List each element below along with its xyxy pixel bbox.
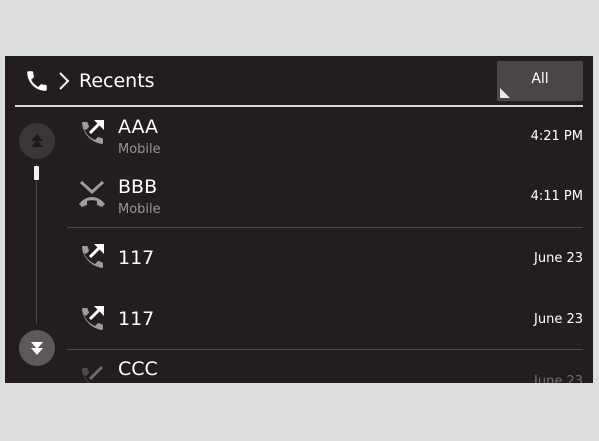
recents-screen: Recents All AAA Mobile 4:21 PM BBB Mobil…: [5, 56, 593, 383]
number-type: Mobile: [118, 202, 161, 217]
row-divider: [67, 349, 583, 350]
scroll-to-bottom-button[interactable]: [19, 330, 55, 366]
double-chevron-down-icon: [31, 342, 43, 355]
double-chevron-up-icon: [31, 134, 43, 147]
filter-all-label: All: [531, 71, 549, 87]
contact-name: 117: [118, 247, 155, 269]
scrollbar-track[interactable]: [36, 164, 37, 324]
call-row[interactable]: 117 June 23: [67, 292, 583, 348]
call-time: June 23: [534, 251, 583, 266]
call-row[interactable]: BBB Mobile 4:11 PM: [67, 170, 583, 228]
call-time: June 23: [534, 374, 583, 383]
page-title: Recents: [79, 70, 155, 92]
call-row[interactable]: AAA Mobile 4:21 PM: [67, 110, 583, 168]
scrollbar-thumb[interactable]: [34, 166, 39, 180]
phone-icon[interactable]: [24, 68, 50, 94]
outgoing-call-icon: [82, 365, 104, 383]
outgoing-call-icon: [82, 119, 104, 144]
number-type: Mobile: [118, 142, 161, 157]
contact-name: 117: [118, 308, 155, 330]
call-time: 4:11 PM: [530, 189, 583, 204]
contact-name: AAA: [118, 116, 159, 138]
dropdown-corner-icon: [500, 88, 510, 98]
call-row[interactable]: 117 June 23: [67, 230, 583, 286]
header-divider: [15, 105, 583, 107]
contact-name: CCC: [118, 358, 158, 380]
scroll-to-top-button[interactable]: [19, 123, 55, 159]
chevron-right-icon: [59, 72, 70, 90]
call-time: 4:21 PM: [530, 129, 583, 144]
outgoing-call-icon: [82, 305, 104, 330]
missed-call-icon: [79, 180, 105, 207]
outgoing-call-icon: [82, 243, 104, 268]
contact-name: BBB: [118, 176, 158, 198]
filter-all-button[interactable]: All: [497, 61, 583, 101]
header-bar: Recents All: [5, 56, 593, 107]
row-divider: [67, 227, 583, 228]
call-time: June 23: [534, 312, 583, 327]
call-row[interactable]: CCC June 23: [67, 352, 583, 383]
